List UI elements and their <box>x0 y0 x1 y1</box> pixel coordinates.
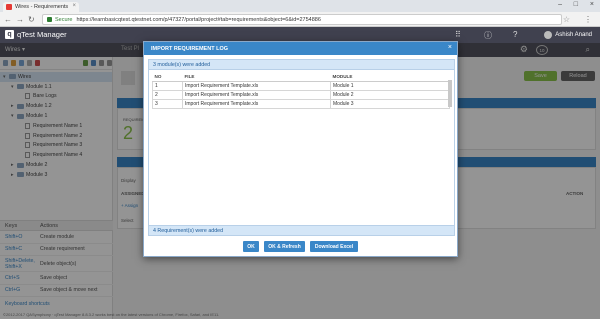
close-icon[interactable]: × <box>448 44 452 51</box>
secure-label: Secure <box>55 16 73 23</box>
import-log-table: NO FILE MODULE 1 Import Requirement Temp… <box>152 73 450 110</box>
browser-tab-bar: Wires - Requirements × – □ × <box>0 0 600 12</box>
avatar <box>544 31 553 39</box>
import-log-dialog: IMPORT REQUIREMENT LOG × 3 module(s) wer… <box>143 41 458 257</box>
dialog-body: 3 module(s) were added NO FILE MODULE 1 … <box>148 59 455 236</box>
ok-refresh-button[interactable]: OK & Refresh <box>264 241 305 252</box>
url-text: https://learnbasicqtest.qtestnet.com/p/4… <box>76 16 321 23</box>
minimize-icon[interactable]: – <box>558 1 562 8</box>
dialog-footer: OK OK & Refresh Download Excel <box>144 241 457 252</box>
info-icon[interactable]: ⓘ <box>484 30 492 41</box>
row-no: 3 <box>152 99 183 110</box>
browser-tab-title: Wires - Requirements <box>15 4 69 10</box>
row-module: Module 3 <box>330 99 450 110</box>
qtest-favicon-icon <box>6 4 12 10</box>
browser-menu-icon[interactable]: ⋮ <box>584 15 592 24</box>
requirements-added-message: 4 Requirement(s) were added <box>149 225 454 235</box>
ok-button[interactable]: OK <box>243 241 259 252</box>
bookmark-star-icon[interactable]: ☆ <box>563 15 570 24</box>
row-module: Module 1 <box>330 80 450 91</box>
reload-icon[interactable]: ↻ <box>28 15 35 24</box>
row-file: Import Requirement Template.xls <box>182 99 331 110</box>
download-excel-button[interactable]: Download Excel <box>310 241 358 252</box>
user-name: Ashish Anand <box>555 32 592 38</box>
table-row[interactable]: 2 Import Requirement Template.xls Module… <box>152 89 450 101</box>
column-header-file: FILE <box>182 73 331 82</box>
qtest-logo-icon: q <box>5 30 14 39</box>
maximize-icon[interactable]: □ <box>574 1 578 8</box>
row-no: 1 <box>152 80 183 91</box>
row-file: Import Requirement Template.xls <box>182 89 331 101</box>
app-brand: qTest Manager <box>17 30 67 39</box>
modules-added-message: 3 module(s) were added <box>149 60 454 70</box>
help-icon[interactable]: ? <box>513 30 517 39</box>
table-row[interactable]: 3 Import Requirement Template.xls Module… <box>152 99 450 110</box>
close-tab-icon[interactable]: × <box>72 3 76 9</box>
address-bar: ← → ↻ Secure https://learnbasicqtest.qte… <box>0 12 600 27</box>
dialog-header: IMPORT REQUIREMENT LOG × <box>144 42 457 55</box>
url-input[interactable]: Secure https://learnbasicqtest.qtestnet.… <box>42 14 562 25</box>
user-menu[interactable]: Ashish Anand <box>544 31 592 39</box>
lock-icon <box>47 17 52 22</box>
table-row[interactable]: 1 Import Requirement Template.xls Module… <box>152 80 450 91</box>
dialog-title: IMPORT REQUIREMENT LOG <box>151 45 228 52</box>
browser-tab[interactable]: Wires - Requirements × <box>3 2 79 12</box>
column-header-module: MODULE <box>330 73 450 82</box>
table-scrollbar[interactable] <box>448 80 452 107</box>
back-icon[interactable]: ← <box>4 15 12 24</box>
apps-grid-icon[interactable]: ⠿ <box>455 30 461 39</box>
qtest-logo[interactable]: q qTest Manager <box>5 30 67 39</box>
row-no: 2 <box>152 89 183 101</box>
row-file: Import Requirement Template.xls <box>182 80 331 91</box>
row-module: Module 2 <box>330 89 450 101</box>
close-window-icon[interactable]: × <box>590 1 594 8</box>
forward-icon[interactable]: → <box>16 15 24 24</box>
column-header-no: NO <box>152 73 183 82</box>
